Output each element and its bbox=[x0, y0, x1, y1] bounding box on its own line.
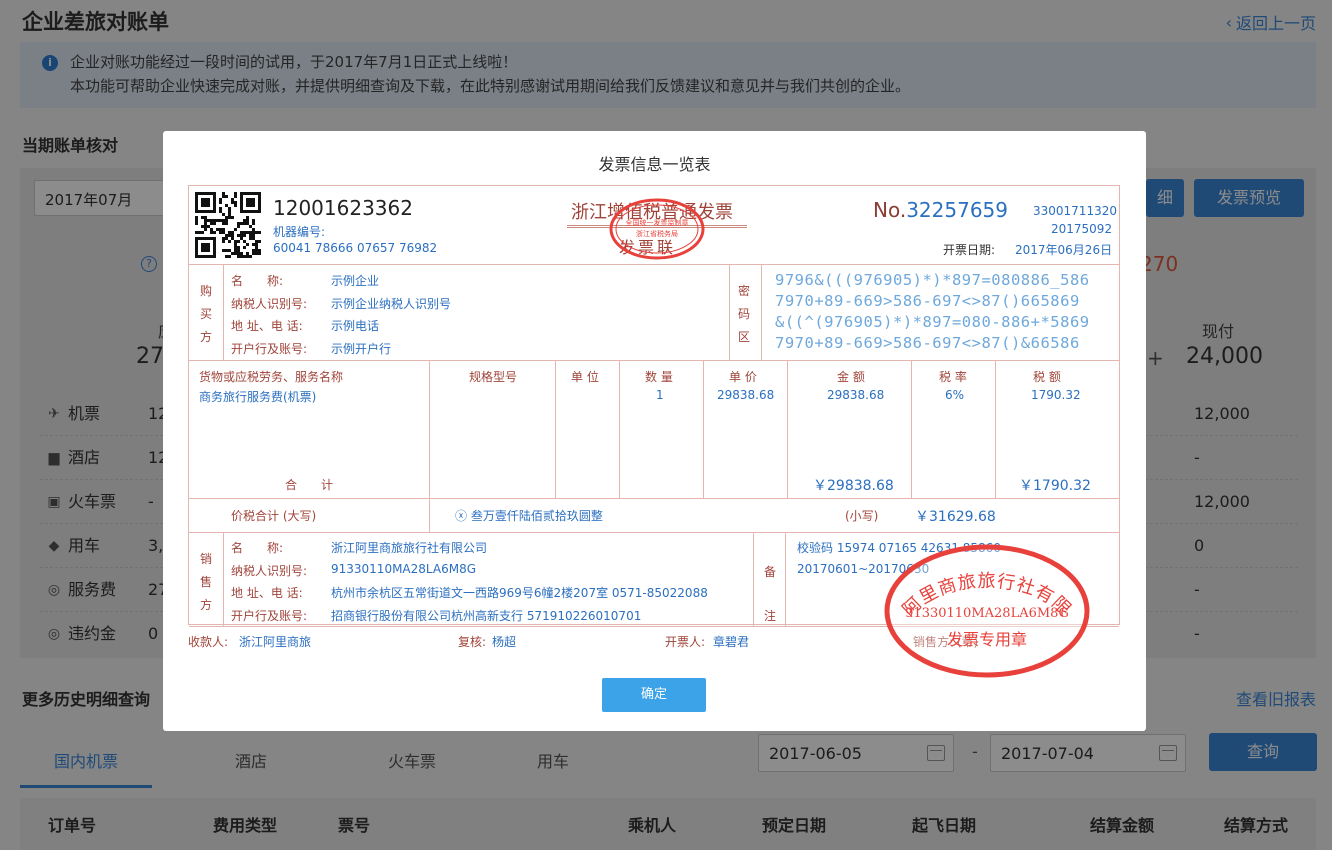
col-name: 货物或应税劳务、服务名称 bbox=[199, 370, 344, 384]
line bbox=[189, 532, 1119, 533]
machine-no: 60041 78666 07657 76982 bbox=[273, 241, 438, 255]
line bbox=[703, 360, 704, 498]
line bbox=[189, 360, 1119, 361]
item-amount: 29838.68 bbox=[827, 388, 885, 402]
invoice-code-2: 33001711320 bbox=[1033, 204, 1117, 218]
payee: 浙江阿里商旅 bbox=[239, 635, 312, 649]
svg-text:全国统一发票监制章: 全国统一发票监制章 bbox=[626, 218, 689, 227]
invoice-modal: 发票信息一览表 12001623362 机器编号: 60041 78666 07… bbox=[163, 131, 1146, 731]
item-tax: 1790.32 bbox=[1031, 388, 1081, 402]
issue-date: 2017年06月26日 bbox=[1015, 243, 1113, 257]
line bbox=[729, 264, 730, 360]
field-value: 示例企业 bbox=[331, 274, 380, 288]
cipher-line: 7970+89-669>586-697<>87()665869 bbox=[775, 292, 1080, 310]
field-label: 名 称: bbox=[231, 274, 284, 288]
field-value: 91330110MA28LA6M8G bbox=[331, 561, 477, 576]
line bbox=[995, 360, 996, 498]
cipher-line: 9796&(((976905)*)*897=080886_586 bbox=[775, 271, 1090, 289]
col-unit: 单 位 bbox=[571, 370, 599, 384]
page-root: 企业差旅对账单 ‹ 返回上一页 i 企业对账功能经过一段时间的试用，于2017年7… bbox=[0, 0, 1332, 850]
confirm-button[interactable]: 确定 bbox=[602, 678, 706, 712]
seller-side-label: 销售方 bbox=[199, 552, 212, 612]
svg-text:浙江省税务局: 浙江省税务局 bbox=[636, 229, 678, 238]
cipher-line: 7970+89-669>586-697<>87()&66586 bbox=[775, 334, 1080, 352]
field-value: 招商银行股份有限公司杭州高新支行 571910226010701 bbox=[331, 608, 642, 623]
line bbox=[429, 360, 430, 532]
field-value: 示例电话 bbox=[331, 319, 380, 333]
field-value: 示例开户行 bbox=[331, 341, 392, 356]
invoice-no: 32257659 bbox=[906, 198, 1008, 222]
line bbox=[619, 360, 620, 498]
field-value: 杭州市余杭区五常街道文一西路969号6幢2楼207室 0571-85022088 bbox=[331, 586, 708, 600]
issuer-label: 开票人: bbox=[665, 635, 706, 649]
cipher-side-label: 密码区 bbox=[737, 284, 750, 344]
line bbox=[753, 532, 754, 626]
field-label: 地 址、电 话: bbox=[231, 319, 303, 333]
field-label: 地 址、电 话: bbox=[231, 586, 303, 600]
tax-stamp-icon: 全国统一发票监制章 浙江省税务局 bbox=[609, 198, 705, 260]
sum-words: ⓧ 叁万壹仟陆佰贰拾玖圆整 bbox=[455, 509, 603, 523]
line bbox=[223, 532, 224, 626]
line bbox=[911, 360, 912, 498]
col-tax: 税 额 bbox=[1033, 370, 1061, 384]
field-label: 开户行及账号: bbox=[231, 608, 308, 623]
item-qty: 1 bbox=[656, 388, 664, 402]
review: 杨超 bbox=[492, 635, 517, 649]
svg-text:91330110MA28LA6M8G: 91330110MA28LA6M8G bbox=[905, 606, 1069, 621]
machine-no-label: 机器编号: bbox=[273, 225, 326, 239]
line bbox=[785, 532, 786, 626]
line bbox=[787, 360, 788, 498]
total-amount: ￥29838.68 bbox=[813, 478, 894, 494]
item-name: 商务旅行服务费(机票) bbox=[199, 390, 317, 404]
col-price: 单 价 bbox=[729, 370, 757, 384]
invoice-code-3: 20175092 bbox=[1051, 222, 1113, 236]
field-label: 纳税人识别号: bbox=[231, 563, 308, 578]
line bbox=[223, 264, 224, 360]
col-spec: 规格型号 bbox=[469, 370, 518, 384]
review-label: 复核: bbox=[458, 635, 487, 649]
field-label: 名 称: bbox=[231, 541, 284, 555]
small-label: (小写) bbox=[845, 509, 879, 523]
qr-code-icon bbox=[195, 192, 261, 258]
sum-label: 价税合计 (大写) bbox=[231, 509, 317, 523]
col-qty: 数 量 bbox=[645, 370, 673, 384]
cipher-text: 9796&(((976905)*)*897=080886_586 7970+89… bbox=[775, 270, 1090, 354]
small-amount: ￥31629.68 bbox=[915, 509, 996, 525]
cipher-line: &((^(976905)*)*897=080-886+*5869 bbox=[775, 313, 1090, 331]
invoice-no-label: No.32257659 bbox=[873, 198, 1008, 222]
field-value: 示例企业纳税人识别号 bbox=[331, 296, 452, 311]
buyer-side-label: 购买方 bbox=[199, 284, 212, 344]
line bbox=[555, 360, 556, 498]
company-seal-icon: 浙江阿里商旅旅行社有限公司 91330110MA28LA6M8G 发票专用章 bbox=[881, 541, 1090, 678]
payee-label: 收款人: bbox=[188, 635, 229, 649]
no-prefix: No. bbox=[873, 198, 907, 222]
issuer: 章碧君 bbox=[713, 635, 750, 649]
col-rate: 税 率 bbox=[939, 370, 967, 384]
item-rate: 6% bbox=[945, 388, 965, 402]
item-price: 29838.68 bbox=[717, 388, 775, 402]
total-label: 合 计 bbox=[285, 478, 334, 492]
field-label: 纳税人识别号: bbox=[231, 296, 308, 311]
field-value: 浙江阿里商旅旅行社有限公司 bbox=[331, 541, 488, 555]
svg-text:发票专用章: 发票专用章 bbox=[947, 630, 1027, 649]
line bbox=[189, 498, 1119, 499]
issue-date-label: 开票日期: bbox=[943, 243, 996, 257]
remark-side-label: 备注 bbox=[763, 565, 776, 623]
line bbox=[189, 264, 1119, 265]
total-tax: ￥1790.32 bbox=[1019, 478, 1091, 494]
invoice-code: 12001623362 bbox=[273, 196, 413, 220]
col-amount: 金 额 bbox=[837, 370, 865, 384]
line bbox=[761, 264, 762, 360]
field-label: 开户行及账号: bbox=[231, 341, 308, 356]
modal-title: 发票信息一览表 bbox=[598, 155, 711, 174]
